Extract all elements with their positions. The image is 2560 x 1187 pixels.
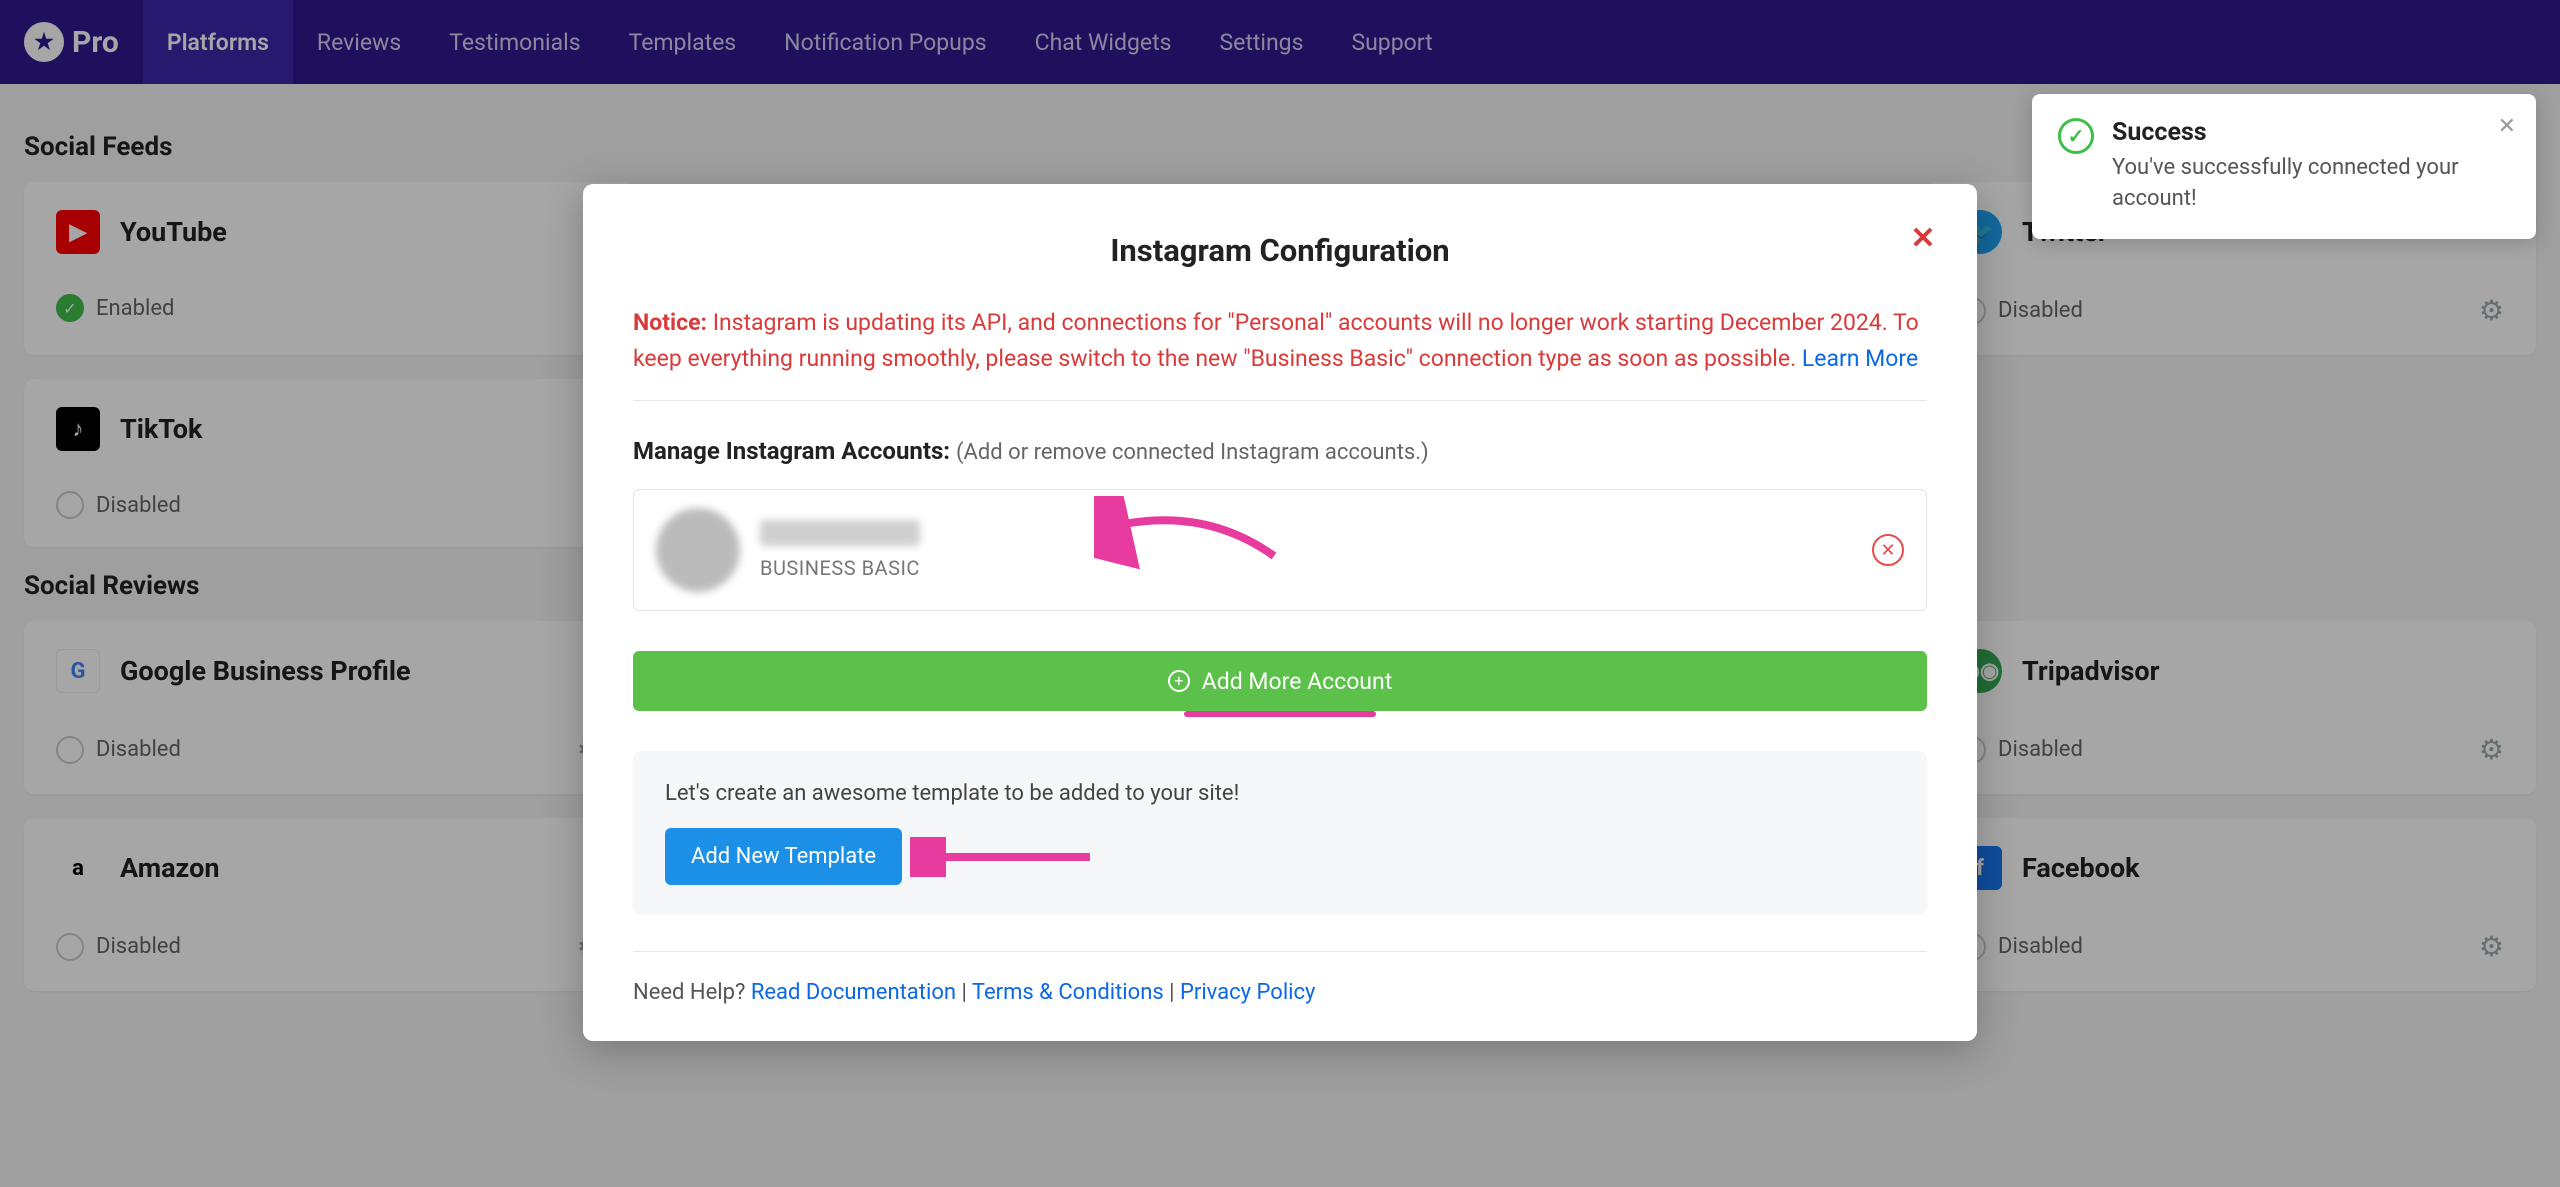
annotation-arrow-icon — [910, 837, 1110, 877]
success-toast: ✓ Success You've successfully connected … — [2032, 94, 2536, 239]
privacy-link[interactable]: Privacy Policy — [1180, 980, 1315, 1005]
annotation-underline — [1184, 711, 1376, 717]
add-more-account-button[interactable]: + Add More Account — [633, 651, 1927, 711]
account-avatar — [656, 508, 740, 592]
notice-label: Notice: — [633, 309, 707, 336]
modal-footer: Need Help? Read Documentation | Terms & … — [633, 951, 1927, 1005]
template-hint: Let's create an awesome template to be a… — [665, 781, 1895, 806]
plus-circle-icon: + — [1168, 670, 1190, 692]
close-icon[interactable]: ✕ — [2498, 114, 2516, 139]
account-type: BUSINESS BASIC — [760, 556, 920, 580]
toast-title: Success — [2112, 118, 2510, 147]
template-cta-box: Let's create an awesome template to be a… — [633, 751, 1927, 915]
notice-text: Instagram is updating its API, and conne… — [633, 309, 1919, 372]
annotation-arrow-icon — [1094, 496, 1294, 576]
api-notice: Notice: Instagram is updating its API, a… — [633, 305, 1927, 376]
remove-account-button[interactable]: ✕ — [1872, 534, 1904, 566]
add-new-template-button[interactable]: Add New Template — [665, 828, 902, 885]
check-circle-icon: ✓ — [2058, 118, 2094, 154]
manage-accounts-heading: Manage Instagram Accounts: (Add or remov… — [633, 437, 1927, 465]
divider — [633, 400, 1927, 401]
read-docs-link[interactable]: Read Documentation — [751, 980, 956, 1005]
learn-more-link[interactable]: Learn More — [1802, 345, 1918, 372]
close-icon[interactable]: ✕ — [1905, 220, 1941, 256]
toast-body: You've successfully connected your accou… — [2112, 153, 2510, 215]
account-name-redacted — [760, 520, 920, 546]
modal-title: Instagram Configuration — [633, 232, 1927, 269]
instagram-config-modal: ✕ Instagram Configuration Notice: Instag… — [583, 184, 1977, 1041]
terms-link[interactable]: Terms & Conditions — [972, 980, 1164, 1005]
connected-account-row: BUSINESS BASIC ✕ — [633, 489, 1927, 611]
